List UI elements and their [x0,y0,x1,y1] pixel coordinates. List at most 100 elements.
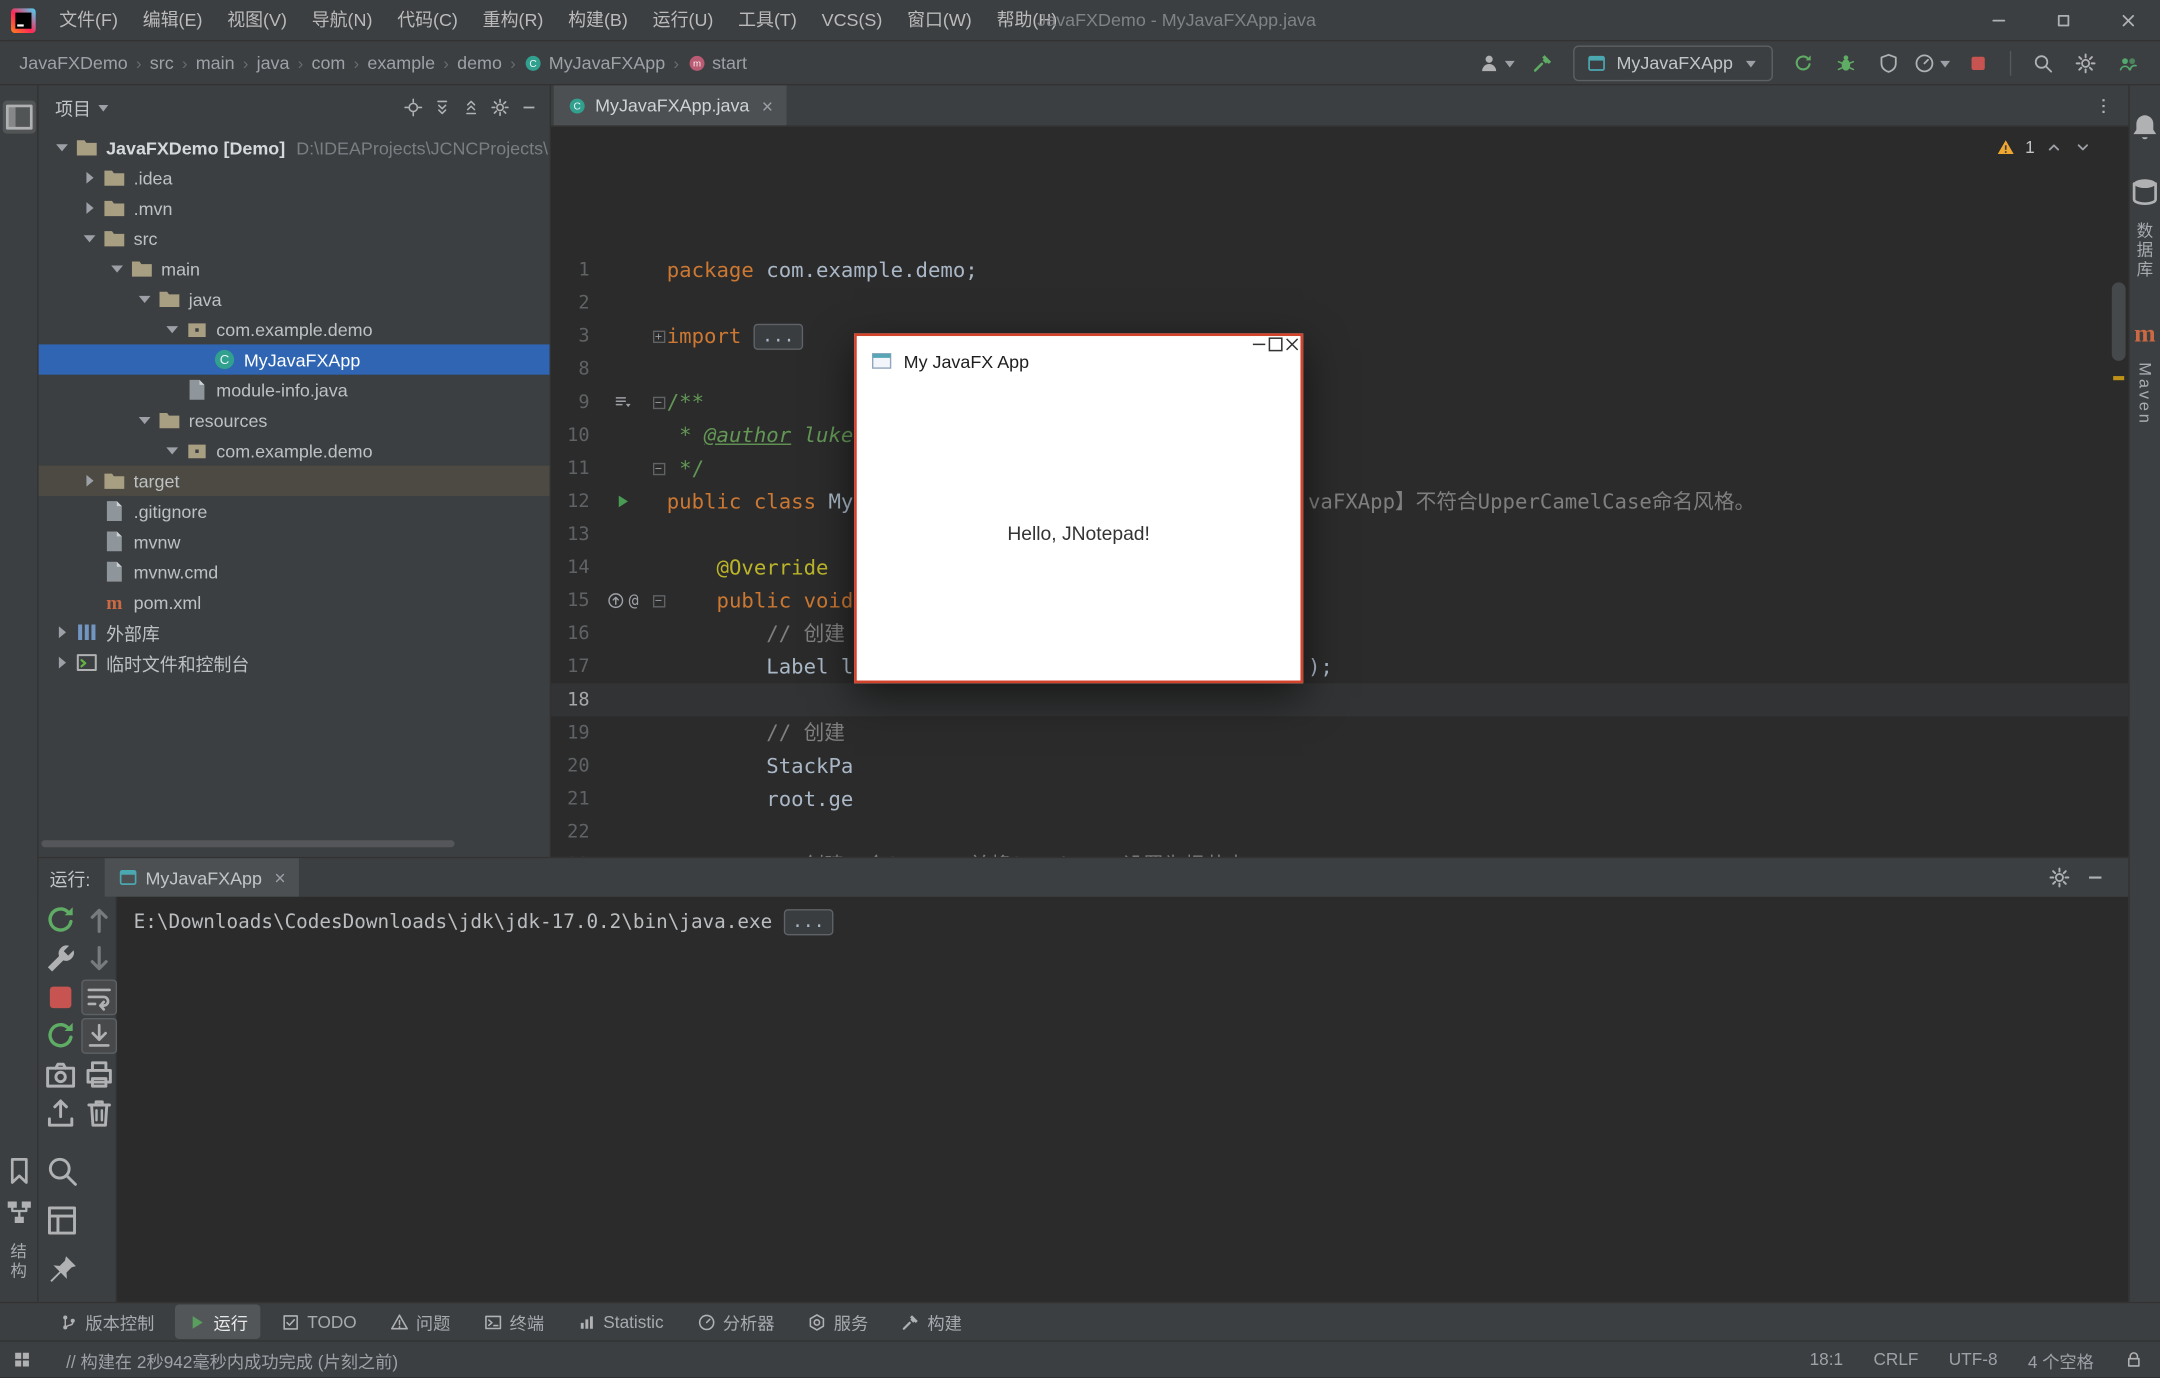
tool-stripe-label[interactable]: 结构 [7,1243,30,1282]
tool-tab-todo[interactable]: TODO [269,1308,369,1336]
code-line[interactable]: 15@− public void [551,584,2128,617]
chevron-down-icon[interactable] [160,317,185,342]
export-button[interactable] [42,1095,78,1131]
maximize-button[interactable] [2031,0,2096,40]
search-everywhere-button[interactable] [2025,45,2061,81]
maximize-button[interactable] [1267,336,1284,353]
breadcrumb-item[interactable]: demo [457,52,502,73]
code-line[interactable]: 18 [551,683,2128,716]
breadcrumb-item[interactable]: src [150,52,174,73]
tree-item[interactable]: mvnw [39,526,550,556]
collapse-all-button[interactable] [461,98,480,117]
tree-item[interactable]: 临时文件和控制台 [39,647,550,677]
tree-item[interactable]: 外部库 [39,617,550,647]
console-expand-chip[interactable]: ... [784,909,833,935]
indent-setting[interactable]: 4 个空格 [2028,1347,2094,1373]
close-icon[interactable]: × [762,94,773,116]
code-line[interactable]: 11− */ [551,452,2128,485]
tool-tab-problem[interactable]: 问题 [377,1305,462,1339]
code-line[interactable]: 9−/** [551,386,2128,419]
tree-item[interactable]: mpom.xml [39,587,550,617]
soft-wrap-button[interactable] [81,979,117,1015]
breadcrumb-item[interactable]: com [312,52,346,73]
chevron-down-icon[interactable] [50,135,75,160]
code-line[interactable]: 23 // 创建一个Scene。并将StackPane设置为根节点 [551,849,2128,857]
run-tab[interactable]: MyJavaFXApp × [104,858,299,897]
close-icon[interactable]: × [274,866,285,888]
javafx-app-window[interactable]: My JavaFX App Hello, JNotepad! [854,333,1303,683]
restore-layout-button[interactable] [43,1203,79,1239]
tool-stripe-数据库[interactable]: 数据库 [2128,171,2160,289]
file-encoding[interactable]: UTF-8 [1949,1350,1998,1369]
tool-stripe-projwin[interactable] [2,101,35,134]
fold-marker[interactable]: + [650,320,667,353]
chevron-right-icon[interactable] [77,468,102,493]
menu-item[interactable]: 构建(B) [556,0,641,41]
breadcrumb-item[interactable]: example [367,52,435,73]
gear-icon[interactable] [2048,866,2070,888]
close-button[interactable] [2095,0,2160,40]
clear-all-button[interactable] [81,1095,117,1131]
wrench-button[interactable] [42,941,78,977]
menu-item[interactable]: 重构(R) [470,0,555,41]
breadcrumb-item[interactable]: CMyJavaFXApp [524,52,665,73]
code-line[interactable]: 10 * @author luke [551,419,2128,452]
code-line[interactable]: 21 root.ge [551,782,2128,815]
up-stack-button[interactable] [81,902,117,938]
tool-stripe-Maven[interactable]: mMaven [2128,311,2160,435]
menu-item[interactable]: 代码(C) [385,0,470,41]
fold-marker[interactable]: − [650,584,667,617]
thread-dump-button[interactable] [42,1057,78,1093]
code-line[interactable]: 3+import ... [551,320,2128,353]
tool-stripe-structure[interactable] [2,1196,35,1229]
tree-item[interactable]: .idea [39,163,550,193]
hide-button[interactable] [519,98,538,117]
menu-item[interactable]: 视图(V) [215,0,300,41]
tree-item[interactable]: target [39,466,550,496]
restart-button[interactable] [42,1018,78,1054]
chevron-down-icon[interactable] [132,408,157,433]
vertical-scrollbar[interactable] [2112,282,2126,361]
expand-all-button[interactable] [433,98,452,117]
tree-item[interactable]: resources [39,405,550,435]
rerun-button[interactable] [42,902,78,938]
code-line[interactable]: 14 @Override [551,551,2128,584]
code-area[interactable]: 1 1package com.example.demo;23+import ..… [551,127,2128,857]
code-line[interactable]: 19 // 创建 [551,716,2128,749]
code-line[interactable]: 13 [551,518,2128,551]
code-line[interactable]: 22 [551,816,2128,849]
profiler-button[interactable] [1913,45,1953,81]
debug-button[interactable] [1828,45,1864,81]
tree-item[interactable]: .gitignore [39,496,550,526]
chevron-down-icon[interactable] [105,256,130,281]
print-button[interactable] [81,1057,117,1093]
caret-position[interactable]: 18:1 [1810,1350,1844,1369]
menu-item[interactable]: VCS(S) [809,0,894,41]
code-line[interactable]: 16 // 创建 [551,617,2128,650]
breadcrumb-item[interactable]: mstart [687,52,747,73]
tree-item[interactable]: src [39,223,550,253]
fold-marker[interactable]: − [650,452,667,485]
breadcrumb-item[interactable]: main [196,52,235,73]
tool-tab-play[interactable]: 运行 [175,1305,260,1339]
lock-icon[interactable] [2124,1350,2143,1369]
menu-item[interactable]: 文件(F) [47,0,130,41]
locate-button[interactable] [404,98,423,117]
hide-icon[interactable] [2084,866,2106,888]
code-line[interactable]: 17 Label l); [551,650,2128,683]
tool-tab-hammer[interactable]: 构建 [889,1305,974,1339]
horizontal-scrollbar[interactable] [41,840,454,847]
code-line[interactable]: 1package com.example.demo; [551,253,2128,286]
code-with-me-button[interactable] [2110,45,2146,81]
find-button[interactable] [43,1153,79,1189]
down-stack-button[interactable] [81,941,117,977]
menu-item[interactable]: 运行(U) [640,0,725,41]
tool-tab-branch[interactable]: 版本控制 [47,1305,167,1339]
close-button[interactable] [1284,336,1301,353]
chevron-down-icon[interactable] [160,438,185,463]
coverage-button[interactable] [1871,45,1907,81]
settings-button[interactable] [490,98,509,117]
editor-tab[interactable]: C MyJavaFXApp.java × [554,85,787,125]
menu-item[interactable]: 导航(N) [299,0,384,41]
chevron-up-icon[interactable] [2044,138,2063,157]
